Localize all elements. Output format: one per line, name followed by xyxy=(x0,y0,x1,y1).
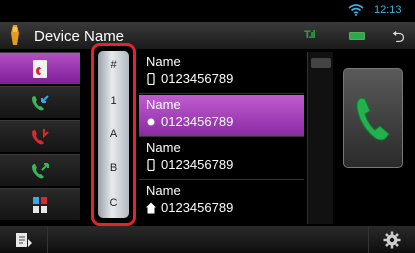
sidebar-missed-call-button[interactable] xyxy=(0,120,80,152)
dial-pad-icon xyxy=(33,196,47,213)
handset-device-icon xyxy=(11,25,19,45)
index-item[interactable]: # xyxy=(98,59,129,71)
contact-list: Name 0123456789 Name 0123456789 Name 012… xyxy=(139,52,304,224)
sidebar-outgoing-call-button[interactable] xyxy=(0,154,80,186)
menu-icon xyxy=(15,232,32,247)
scroll-thumb[interactable] xyxy=(311,58,331,68)
outgoing-call-icon xyxy=(32,162,49,178)
missed-call-icon xyxy=(32,128,49,144)
contact-number: 0123456789 xyxy=(161,71,234,86)
contact-row-selected[interactable]: Name 0123456789 xyxy=(139,95,304,137)
menu-button[interactable] xyxy=(0,226,48,253)
contact-number: 0123456789 xyxy=(161,200,234,215)
sidebar xyxy=(0,52,80,224)
bottom-bar xyxy=(0,226,415,253)
mobile-icon xyxy=(147,159,155,171)
contact-name: Name xyxy=(146,140,181,155)
index-item[interactable]: 1 xyxy=(98,95,129,107)
clock: 12:13 xyxy=(374,4,402,16)
sidebar-incoming-call-button[interactable] xyxy=(0,86,80,118)
contact-name: Name xyxy=(146,183,181,198)
mobile-icon xyxy=(147,73,155,85)
index-item[interactable]: A xyxy=(98,128,129,140)
contact-row[interactable]: Name 0123456789 xyxy=(139,138,304,180)
wifi-icon xyxy=(348,4,364,16)
call-button[interactable] xyxy=(343,68,403,168)
home-icon xyxy=(146,202,156,214)
contact-name: Name xyxy=(146,97,181,112)
gear-icon xyxy=(383,231,401,248)
contact-number: 0123456789 xyxy=(161,114,234,129)
back-button[interactable]: ⮌ xyxy=(392,26,405,53)
signal-strength-icon: T.ıl xyxy=(304,29,316,41)
contact-name: Name xyxy=(146,54,181,69)
status-bar: 12:13 xyxy=(0,0,415,22)
index-item[interactable]: C xyxy=(98,197,129,209)
contact-row[interactable]: Name 0123456789 xyxy=(139,181,304,223)
settings-button[interactable] xyxy=(368,226,415,253)
battery-icon xyxy=(349,32,365,40)
index-scroll-highlight: # 1 A B C xyxy=(91,43,136,226)
title-bar: Device Name T.ıl ⮌ xyxy=(0,22,415,50)
contact-row[interactable]: Name 0123456789 xyxy=(139,52,304,94)
phone-call-icon xyxy=(356,97,390,141)
contact-number: 0123456789 xyxy=(161,157,234,172)
index-item[interactable]: B xyxy=(98,162,129,174)
incoming-call-icon xyxy=(32,94,49,110)
list-scrollbar[interactable] xyxy=(307,52,333,224)
sidebar-phonebook-button[interactable] xyxy=(0,52,80,84)
alphabet-index-strip[interactable]: # 1 A B C xyxy=(98,51,129,218)
phonebook-icon xyxy=(33,59,47,78)
general-icon xyxy=(147,118,155,126)
sidebar-dial-pad-button[interactable] xyxy=(0,188,80,220)
